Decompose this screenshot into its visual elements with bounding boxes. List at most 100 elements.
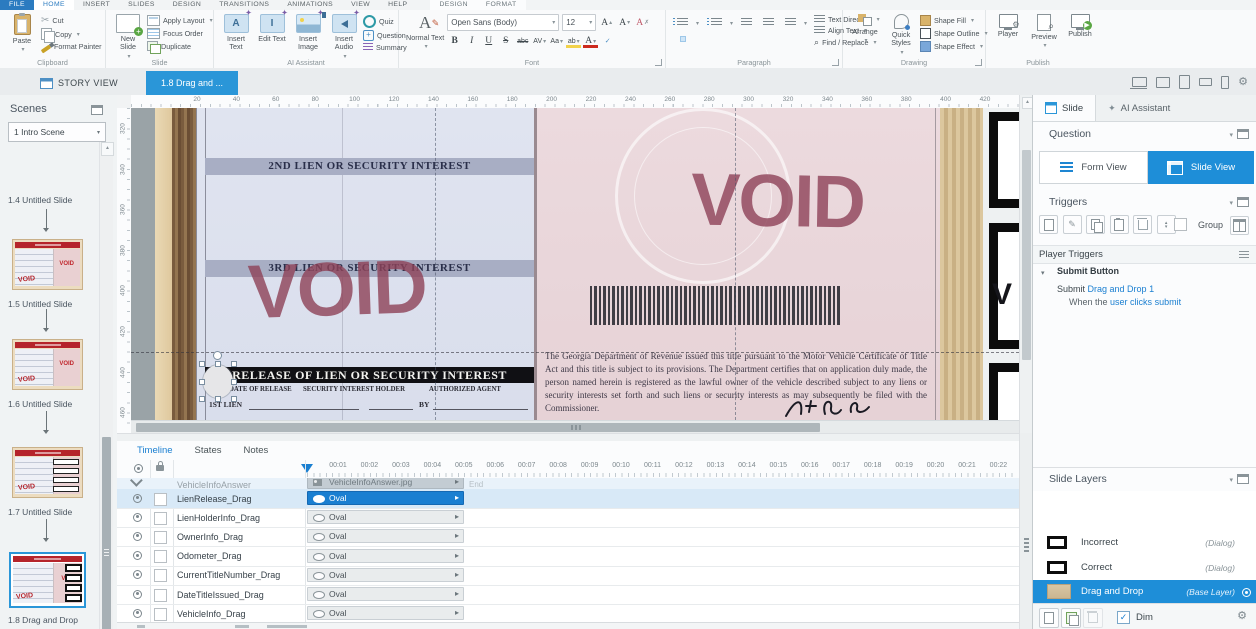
- font-size-select[interactable]: 12▾: [562, 14, 596, 31]
- panel-dock-icon[interactable]: [1237, 474, 1249, 484]
- selection-handle[interactable]: [215, 361, 221, 367]
- slide-view-button[interactable]: Slide View: [1148, 151, 1254, 184]
- visibility-checkbox[interactable]: [154, 608, 167, 621]
- copy-button[interactable]: Copy: [40, 28, 103, 40]
- gear-icon[interactable]: ⚙: [1237, 611, 1247, 622]
- tab-states[interactable]: States: [195, 445, 222, 456]
- bar-expand-arrow[interactable]: ▸: [455, 512, 459, 521]
- canvas-vertical-scrollbar[interactable]: ▲: [1019, 95, 1033, 433]
- trigger-condition[interactable]: When the user clicks submit: [1069, 297, 1181, 307]
- copy-trigger-button[interactable]: [1086, 215, 1105, 234]
- delete-layer-button[interactable]: [1083, 608, 1103, 628]
- normal-text-button[interactable]: A Normal Text: [403, 12, 447, 53]
- bar-expand-arrow[interactable]: ▸: [455, 608, 459, 617]
- reorder-trigger-button[interactable]: ▴▾: [1157, 215, 1176, 234]
- slide-label[interactable]: 1.4 Untitled Slide: [8, 195, 72, 205]
- selection-handle[interactable]: [199, 379, 205, 385]
- slide-label[interactable]: 1.7 Untitled Slide: [8, 507, 72, 517]
- paste-trigger-button[interactable]: [1110, 215, 1129, 234]
- insert-text-button[interactable]: AInsert Text: [218, 12, 254, 54]
- eye-icon[interactable]: [133, 532, 142, 541]
- strikethrough-button[interactable]: S: [498, 34, 513, 48]
- duplicate-button[interactable]: Duplicate: [146, 41, 214, 51]
- font-dialog-launcher[interactable]: [655, 59, 662, 66]
- selection-handle[interactable]: [199, 361, 205, 367]
- timeline-object-bar[interactable]: Oval▸: [307, 587, 464, 601]
- chevron-down-icon[interactable]: ▾: [1229, 199, 1233, 207]
- rotation-handle[interactable]: [213, 351, 222, 360]
- slide-thumbnail[interactable]: VOIDVOID: [12, 447, 83, 498]
- publish-button[interactable]: Publish: [1062, 12, 1098, 40]
- selected-oval-shape[interactable]: [203, 365, 233, 398]
- bar-expand-arrow[interactable]: ▸: [455, 493, 459, 502]
- tab-slides[interactable]: SLIDES: [119, 0, 164, 10]
- gear-icon[interactable]: ⚙: [1238, 77, 1248, 88]
- edit-text-button[interactable]: IEdit Text: [254, 12, 290, 45]
- quick-styles-button[interactable]: Quick Styles: [883, 12, 919, 58]
- laptop-preview-icon[interactable]: [1132, 77, 1147, 87]
- eye-icon[interactable]: [133, 590, 142, 599]
- tab-notes[interactable]: Notes: [243, 445, 268, 456]
- underline-button[interactable]: U: [481, 34, 496, 48]
- scene-selector-dropdown[interactable]: 1 Intro Scene▾: [8, 122, 106, 142]
- new-slide-button[interactable]: New Slide: [110, 12, 146, 62]
- tab-context-format[interactable]: FORMAT: [477, 0, 526, 10]
- paragraph-dialog-launcher[interactable]: [832, 59, 839, 66]
- character-spacing-button[interactable]: AV▾: [532, 34, 547, 48]
- bar-expand-arrow[interactable]: ▸: [455, 589, 459, 598]
- timeline-object-bar[interactable]: Oval▸: [307, 568, 464, 582]
- focus-order-button[interactable]: Focus Order: [146, 28, 214, 39]
- tab-ai-assistant[interactable]: ✦AI Assistant: [1096, 95, 1182, 121]
- form-view-button[interactable]: Form View: [1039, 151, 1148, 184]
- eye-icon[interactable]: [133, 494, 142, 503]
- tab-insert[interactable]: INSERT: [74, 0, 119, 10]
- cut-button[interactable]: Cut: [40, 15, 103, 26]
- clear-formatting-button[interactable]: A✗: [635, 16, 650, 30]
- group-checkbox[interactable]: [1174, 218, 1187, 231]
- tab-view[interactable]: VIEW: [342, 0, 379, 10]
- panel-dock-icon[interactable]: [1237, 129, 1249, 139]
- trigger-wizard-button[interactable]: [1230, 216, 1249, 235]
- new-trigger-button[interactable]: [1039, 215, 1058, 234]
- player-button[interactable]: Player: [990, 12, 1026, 40]
- phone-landscape-preview-icon[interactable]: [1199, 78, 1212, 86]
- paste-button[interactable]: Paste: [4, 12, 40, 56]
- collapse-arrow-icon[interactable]: ▾: [1041, 269, 1045, 277]
- scrollbar-thumb[interactable]: [1022, 150, 1031, 360]
- sort-icon[interactable]: [1239, 251, 1249, 259]
- timeline-row[interactable]: LienRelease_DragOval▸: [117, 489, 1019, 509]
- answer-box[interactable]: [989, 112, 1019, 208]
- tab-animations[interactable]: ANIMATIONS: [278, 0, 342, 10]
- insert-image-button[interactable]: Insert Image: [290, 12, 326, 54]
- eye-icon[interactable]: [133, 551, 142, 560]
- visibility-checkbox[interactable]: [154, 569, 167, 582]
- slide-label[interactable]: 1.5 Untitled Slide: [8, 299, 72, 309]
- bar-expand-arrow[interactable]: ▸: [455, 551, 459, 560]
- scroll-up-arrow-icon[interactable]: ▲: [101, 142, 114, 156]
- footer-control[interactable]: [235, 625, 249, 628]
- tab-design[interactable]: DESIGN: [164, 0, 210, 10]
- insert-audio-button[interactable]: Insert Audio: [326, 12, 362, 62]
- slide-layer-row[interactable]: Correct(Dialog): [1033, 556, 1256, 580]
- italic-button[interactable]: I: [464, 34, 479, 48]
- selection-handle[interactable]: [215, 396, 221, 402]
- slide-thumbnail[interactable]: VOIDVOID: [12, 239, 83, 290]
- eye-icon[interactable]: [133, 570, 142, 579]
- selection-handle[interactable]: [199, 396, 205, 402]
- bold-button[interactable]: B: [447, 34, 462, 48]
- timeline-object-bar[interactable]: Oval▸: [307, 491, 464, 505]
- font-family-select[interactable]: Open Sans (Body)▾: [447, 14, 559, 31]
- tab-active-slide[interactable]: 1.8 Drag and ...: [146, 71, 238, 95]
- timeline-row[interactable]: DateTitleIssued_DragOval▸: [117, 585, 1019, 605]
- tab-context-design[interactable]: DESIGN: [430, 0, 476, 10]
- decrease-indent-button[interactable]: [738, 15, 755, 32]
- justify-button[interactable]: [700, 36, 706, 42]
- delete-trigger-button[interactable]: [1133, 215, 1152, 234]
- line-spacing-button[interactable]: [782, 15, 799, 32]
- bar-expand-arrow[interactable]: ▸: [455, 478, 459, 486]
- visibility-checkbox[interactable]: [154, 493, 167, 506]
- timeline-row[interactable]: VehicleInfo_DragOval▸: [117, 604, 1019, 623]
- edit-trigger-button[interactable]: ✎: [1063, 215, 1082, 234]
- shrink-font-button[interactable]: A▾: [617, 16, 632, 30]
- font-color-button[interactable]: A▾: [583, 34, 598, 48]
